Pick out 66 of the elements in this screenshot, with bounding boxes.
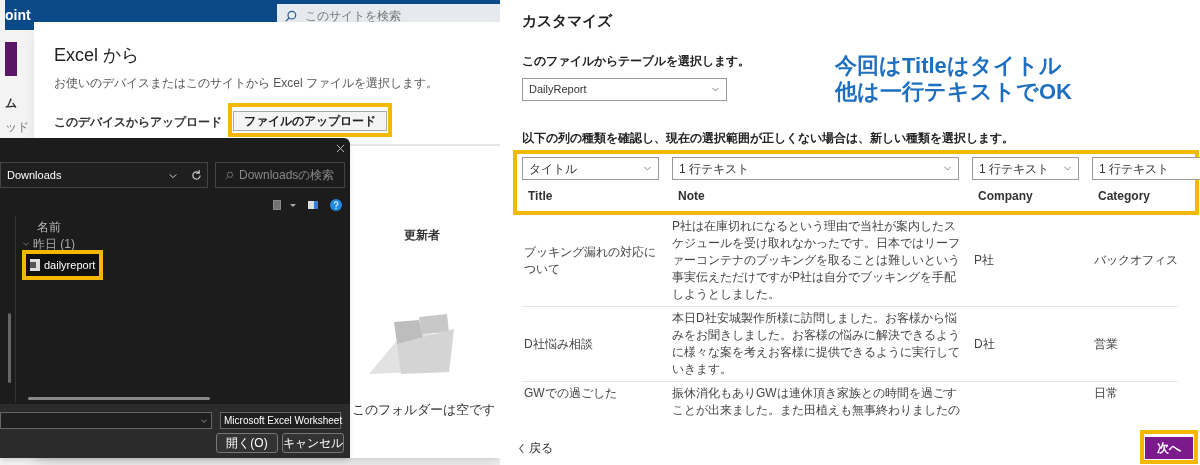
table-cell-text: ブッキング漏れの対応について	[523, 243, 657, 278]
cancel-button[interactable]: キャンセル	[282, 433, 344, 453]
chevron-icon[interactable]	[168, 171, 178, 181]
search-field[interactable]: Downloadsの検索	[215, 162, 345, 188]
page-title: カスタマイズ	[522, 11, 614, 31]
chevron-icon	[643, 164, 652, 173]
filename-field[interactable]	[0, 412, 212, 429]
file-type-dropdown[interactable]: Microsoft Excel Worksheet	[220, 412, 341, 429]
address-bar[interactable]: Downloads	[0, 162, 208, 188]
table-cell-text: GWでの過ごした	[523, 385, 618, 402]
column-type-dropdown[interactable]: 1 行テキスト	[972, 157, 1079, 180]
column-header: 名前	[37, 219, 61, 236]
table-cell-text: D社悩み相談	[523, 335, 594, 353]
upload-label: このデバイスからアップロード	[54, 114, 222, 131]
column-header: Title	[527, 188, 554, 205]
next-button[interactable]: 次へ	[1145, 437, 1193, 459]
table-prompt: このファイルからテーブルを選択します。	[522, 53, 750, 70]
annotation-text: 他は一行テキストでOK	[835, 79, 1072, 105]
help-icon[interactable]	[330, 199, 342, 211]
chevron-icon	[1063, 164, 1072, 173]
preview-pane-icon[interactable]	[308, 201, 318, 209]
table-cell-text: 本日D社安城製作所様に訪問しました。お客様から悩みをお聞きしました。お客様の悩みに解決できるように様々な案を考えお客様に提供できるように実行していきます。	[672, 310, 961, 378]
chevron-left-icon	[518, 442, 525, 454]
dialog-description: お使いのデバイスまたはこのサイトから Excel ファイルを選択します。	[54, 75, 438, 92]
caret-icon[interactable]	[290, 204, 296, 207]
table-cell-text: 営業	[1093, 335, 1119, 353]
site-logo	[5, 42, 17, 76]
column-type-dropdown[interactable]: 1 行テキスト	[672, 157, 959, 180]
upload-button[interactable]: ファイルのアップロード	[233, 111, 387, 131]
open-button[interactable]: 開く(O)	[216, 433, 278, 453]
close-icon[interactable]	[336, 144, 345, 153]
refresh-icon[interactable]	[191, 170, 202, 181]
chevron-icon	[943, 164, 952, 173]
view-icon[interactable]	[272, 199, 282, 211]
back-link[interactable]: 戻る	[518, 439, 553, 457]
scrollbar[interactable]	[8, 313, 11, 383]
folder-name: Downloads	[7, 167, 62, 183]
search-icon	[285, 10, 297, 22]
columns-prompt: 以下の列の種類を確認し、現在の選択範囲が正しくない場合は、新しい種類を選択します。	[522, 130, 1014, 147]
column-type-dropdown[interactable]: タイトル	[522, 157, 659, 180]
empty-message: このフォルダーは空です	[352, 401, 495, 419]
chevron-icon	[711, 85, 720, 94]
column-header: Category	[1097, 188, 1151, 205]
file-item[interactable]: dailyreport	[26, 254, 100, 276]
chevron-icon	[200, 416, 208, 425]
nav-item[interactable]: ム	[5, 96, 17, 110]
column-header: Company	[977, 188, 1034, 205]
search-icon	[224, 170, 233, 180]
search-placeholder: このサイトを検索	[305, 8, 401, 25]
nav-item[interactable]: ッド	[5, 120, 29, 134]
annotation-text: 今回はTitleはタイトル	[835, 53, 1063, 79]
dialog-title: Excel から	[54, 44, 140, 67]
table-cell-text: 振休消化もありGWは連休頂き家族との時間を過ごすことが出来ました。また田植えも無事終わりましたの	[672, 385, 961, 419]
site-brand: oint	[5, 5, 31, 25]
table-cell-text: P社は在庫切れになるという理由で当社が案内したスケジュールを受け取れなかったです。日本ではリーファーコンテナのブッキングを取ることは難しいという事実伝えただけですがP社は自分でブッキングを手配しようとしました。	[672, 218, 961, 303]
table-cell-text: 日常	[1093, 385, 1119, 402]
search-placeholder: Downloadsの検索	[239, 167, 335, 184]
table-cell-text: D社	[973, 335, 996, 353]
table-cell-text: バックオフィス	[1093, 252, 1179, 269]
scrollbar[interactable]	[28, 397, 210, 400]
column-header: 更新者	[404, 227, 440, 244]
column-type-dropdown[interactable]: 1 行テキスト	[1092, 157, 1200, 180]
column-header: Note	[677, 188, 706, 205]
table-cell-text: P社	[973, 252, 995, 269]
document-icon	[30, 259, 40, 271]
table-dropdown[interactable]: DailyReport	[522, 78, 727, 101]
